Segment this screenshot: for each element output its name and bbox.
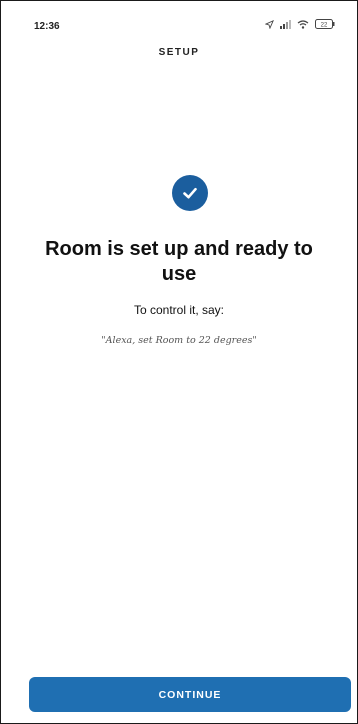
continue-button[interactable]: CONTINUE [29, 677, 351, 712]
app-screen: 12:36 22 SETUP Room is set up and ready … [0, 0, 358, 724]
location-icon [265, 19, 274, 29]
success-heading: Room is set up and ready to use [45, 238, 313, 285]
checkmark-icon [183, 187, 197, 199]
example-voice-command: "Alexa, set Room to 22 degrees" [101, 335, 257, 346]
signal-icon [280, 19, 291, 29]
instruction-text: To control it, say: [133, 303, 225, 317]
page-title: SETUP [158, 47, 200, 58]
wifi-icon [297, 19, 309, 29]
status-bar: 12:36 22 [1, 1, 357, 41]
battery-level: 22 [321, 22, 328, 28]
check-circle-icon [172, 175, 208, 211]
status-time: 12:36 [34, 21, 60, 32]
status-icons: 22 [265, 19, 335, 29]
continue-button-label: CONTINUE [158, 688, 222, 701]
battery-icon: 22 [315, 19, 335, 29]
